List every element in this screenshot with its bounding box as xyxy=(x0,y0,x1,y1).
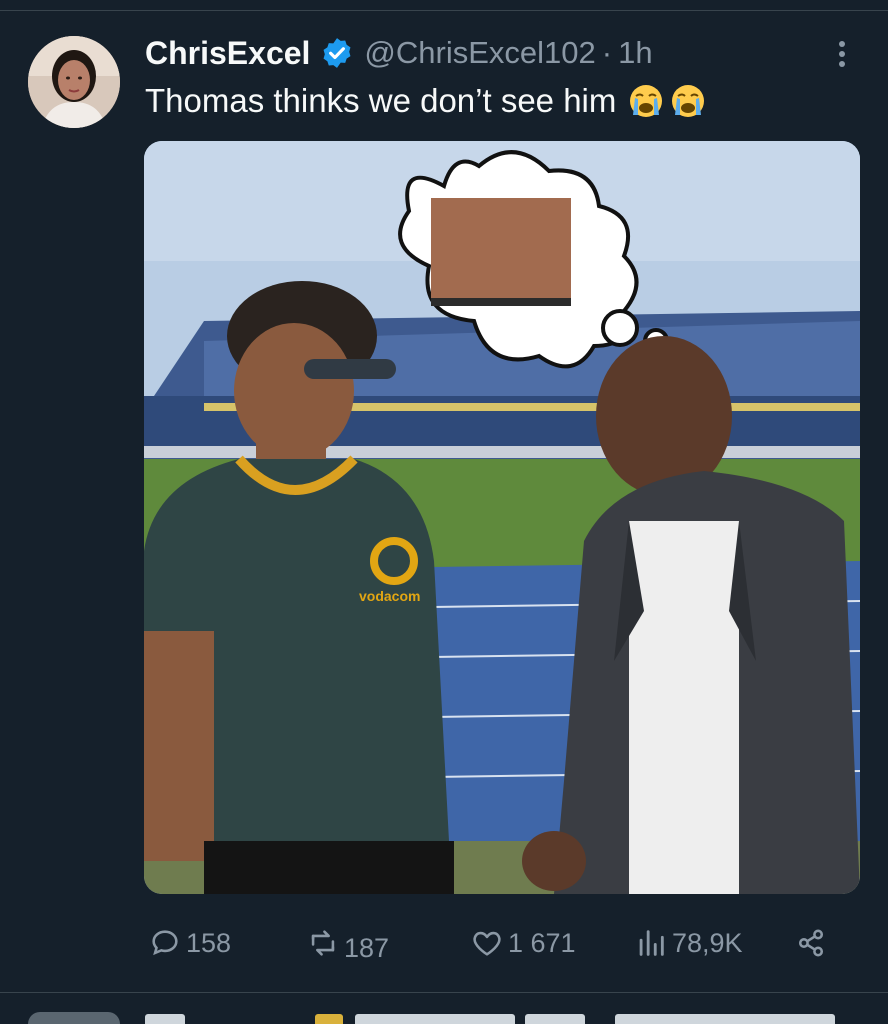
next-tweet-avatar[interactable] xyxy=(28,1012,120,1024)
display-name[interactable]: ChrisExcel xyxy=(145,35,310,72)
separator-dot: · xyxy=(601,35,613,70)
like-count: 1 671 xyxy=(508,927,576,958)
repost-count: 187 xyxy=(344,932,390,963)
like-button[interactable]: 1 671 xyxy=(470,916,576,970)
repost-button[interactable]: 187 xyxy=(306,916,389,970)
loudly-crying-face-icon xyxy=(670,83,706,119)
tweet-header: ChrisExcel @ChrisExcel102 · 1h xyxy=(145,30,653,76)
timestamp[interactable]: 1h xyxy=(618,35,652,71)
views-button[interactable]: 78,9K xyxy=(634,916,743,970)
loudly-crying-face-icon xyxy=(628,83,664,119)
reply-icon xyxy=(152,930,178,956)
user-handle[interactable]: @ChrisExcel102 xyxy=(364,35,595,71)
reply-button[interactable]: 158 xyxy=(148,916,231,970)
bottom-divider xyxy=(0,992,888,993)
views-count: 78,9K xyxy=(672,927,743,958)
jersey-text: vodacom xyxy=(359,588,420,604)
top-divider xyxy=(0,10,888,11)
reply-count: 158 xyxy=(186,927,232,958)
tweet-text: Thomas thinks we don’t see him xyxy=(145,82,706,120)
verified-badge-icon xyxy=(320,36,354,70)
avatar[interactable] xyxy=(28,36,120,128)
analytics-icon xyxy=(639,930,664,956)
action-bar: 158 187 1 671 78,9K xyxy=(0,916,888,970)
share-button[interactable] xyxy=(794,916,832,970)
photo-image: vodacom xyxy=(144,141,860,894)
repost-icon xyxy=(311,930,335,956)
tweet-text-content: Thomas thinks we don’t see him xyxy=(145,82,617,119)
tweet-photo[interactable]: vodacom xyxy=(144,141,860,894)
next-tweet-header-peek xyxy=(145,1014,865,1024)
heart-icon xyxy=(473,931,501,956)
more-options-icon[interactable] xyxy=(830,36,854,72)
avatar-image xyxy=(28,36,120,128)
share-icon xyxy=(798,929,824,957)
